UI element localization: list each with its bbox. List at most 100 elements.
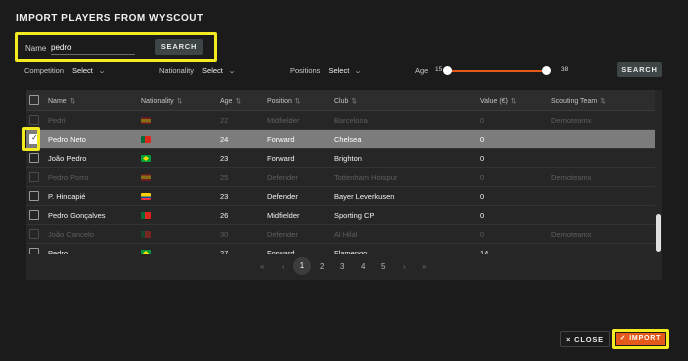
table-row[interactable]: Pedro 27 Forward Flamengo 14: [26, 244, 656, 254]
row-checkbox[interactable]: [29, 191, 39, 201]
name-search-box: Name SEARCH: [15, 32, 217, 62]
sort-icon: ⇅: [294, 98, 301, 105]
sort-icon: ⇅: [235, 98, 241, 105]
position-cell: Midfielder: [267, 116, 300, 125]
club-cell: Barcelona: [334, 116, 368, 125]
table-row[interactable]: ✓ Pedro Neto 24 Forward Chelsea 0: [26, 130, 656, 149]
flag-portugal-icon: [141, 231, 151, 238]
filter-search-button[interactable]: SEARCH: [617, 62, 662, 77]
column-header-age[interactable]: Age ⇅: [220, 97, 241, 105]
players-table: Name ⇅ Nationality ⇅ Age ⇅ Position ⇅ Club ⇅ …: [26, 90, 662, 254]
competition-filter[interactable]: Competition Select ⌄: [24, 66, 106, 75]
next-page-button[interactable]: ›: [403, 262, 406, 271]
name-search-input[interactable]: [51, 41, 135, 55]
column-header-scouting-team[interactable]: Scouting Team ⇅: [551, 97, 606, 105]
select-all-checkbox[interactable]: [29, 95, 39, 105]
row-checkbox: [29, 229, 39, 239]
check-icon: ✓: [619, 335, 627, 342]
age-slider-min-handle[interactable]: [443, 66, 452, 75]
scrollbar-thumb[interactable]: [656, 214, 661, 252]
name-search-button[interactable]: SEARCH: [155, 39, 203, 55]
row-checkbox[interactable]: ✓: [29, 133, 39, 144]
chevron-down-icon: ⌄: [227, 67, 236, 75]
table-row[interactable]: P. Hincapié 23 Defender Bayer Leverkusen 0: [26, 187, 656, 206]
chevron-down-icon: ⌄: [97, 67, 106, 75]
position-cell: Defender: [267, 173, 298, 182]
table-row[interactable]: João Pedro 23 Forward Brighton 0: [26, 149, 656, 168]
flag-spain-icon: [141, 174, 151, 181]
column-header-club[interactable]: Club ⇅: [334, 97, 357, 105]
positions-select[interactable]: Select: [328, 66, 349, 75]
page-button-2[interactable]: 2: [320, 262, 324, 271]
row-checkbox[interactable]: [29, 153, 39, 163]
table-row[interactable]: Pedro Gonçalves 26 Midfielder Sporting CP 0: [26, 206, 656, 225]
competition-label: Competition: [24, 66, 65, 75]
table-row[interactable]: Pedri 22 Midfielder Barcelona 0 Demoteamx: [26, 111, 656, 130]
table-scrollbar[interactable]: [655, 90, 662, 254]
table-row[interactable]: Pedro Porro 25 Defender Tottenham Hotspur 0 D…: [26, 168, 656, 187]
age-cell: 23: [220, 154, 229, 163]
age-cell: 23: [220, 192, 229, 201]
club-cell: Sporting CP: [334, 211, 375, 220]
player-name-cell: Pedro Porro: [48, 173, 89, 182]
first-page-button[interactable]: «: [260, 262, 264, 271]
checkmark-icon: ✓: [31, 133, 38, 142]
age-label: Age: [415, 66, 429, 75]
column-header-value[interactable]: Value (€) ⇅: [480, 97, 516, 105]
scouting-team-cell: Demoteamx: [551, 173, 592, 182]
value-cell: 0: [480, 135, 485, 144]
page-button-3[interactable]: 3: [340, 262, 344, 271]
page-button-5[interactable]: 5: [381, 262, 385, 271]
sort-icon: ⇅: [69, 98, 76, 105]
positions-filter[interactable]: Positions Select ⌄: [290, 66, 362, 75]
value-cell: 0: [480, 154, 485, 163]
positions-label: Positions: [290, 66, 321, 75]
player-name-cell: Pedro Neto: [48, 135, 86, 144]
nationality-select[interactable]: Select: [202, 66, 223, 75]
row-checkbox: [29, 115, 39, 125]
club-cell: Bayer Leverkusen: [334, 192, 395, 201]
name-label: Name: [25, 44, 47, 53]
table-row[interactable]: João Cancelo 30 Defender Al Hilal 0 Demoteamx: [26, 225, 656, 244]
age-slider-max-handle[interactable]: [542, 66, 551, 75]
page-button-4[interactable]: 4: [361, 262, 365, 271]
column-header-name[interactable]: Name ⇅: [48, 97, 75, 105]
age-min-value: 15: [435, 66, 443, 73]
import-button[interactable]: ✓ IMPORT: [616, 333, 665, 345]
flag-brazil-icon: [141, 155, 151, 162]
column-header-position[interactable]: Position ⇅: [267, 97, 300, 105]
position-cell: Defender: [267, 192, 298, 201]
position-cell: Midfielder: [267, 211, 300, 220]
age-cell: 25: [220, 173, 229, 182]
competition-select[interactable]: Select: [72, 66, 93, 75]
pagination: « ‹ 1 2 3 4 5 › »: [26, 254, 662, 280]
flag-portugal-icon: [141, 136, 151, 143]
club-cell: Chelsea: [334, 135, 362, 144]
row-checkbox[interactable]: [29, 210, 39, 220]
player-name-cell: P. Hincapié: [48, 192, 86, 201]
age-slider-track[interactable]: [447, 70, 547, 72]
value-cell: 0: [480, 116, 485, 125]
player-name-cell: João Cancelo: [48, 230, 94, 239]
sort-icon: ⇅: [600, 98, 606, 105]
age-cell: 30: [220, 230, 229, 239]
prev-page-button[interactable]: ‹: [282, 262, 285, 271]
value-cell: 0: [480, 173, 485, 182]
import-button-highlight: ✓ IMPORT: [612, 329, 669, 349]
scouting-team-cell: Demoteamx: [551, 230, 592, 239]
age-cell: 22: [220, 116, 229, 125]
last-page-button[interactable]: »: [422, 262, 426, 271]
nationality-filter[interactable]: Nationality Select ⌄: [159, 66, 236, 75]
nationality-label: Nationality: [159, 66, 195, 75]
player-name-cell: Pedri: [48, 116, 66, 125]
sort-icon: ⇅: [176, 98, 183, 105]
page-button-1[interactable]: 1: [293, 257, 311, 275]
dialog-title: IMPORT PLAYERS FROM WYSCOUT: [16, 13, 204, 24]
column-header-nationality[interactable]: Nationality ⇅: [141, 97, 182, 105]
value-cell: 0: [480, 230, 485, 239]
import-label: IMPORT: [629, 335, 662, 342]
value-cell: 0: [480, 192, 485, 201]
sort-icon: ⇅: [351, 98, 357, 105]
close-button[interactable]: × CLOSE: [560, 331, 610, 347]
flag-ecuador-icon: [141, 193, 151, 200]
